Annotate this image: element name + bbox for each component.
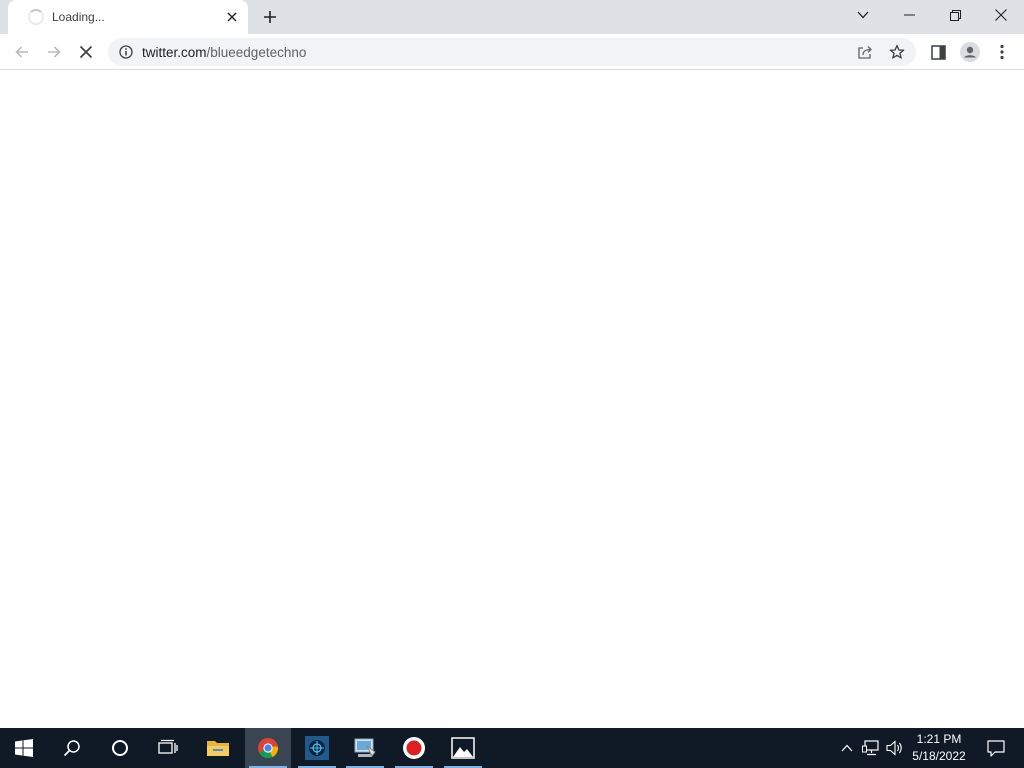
search-icon [63, 740, 80, 757]
forward-button[interactable] [40, 38, 68, 66]
clock-time: 1:21 PM [916, 732, 962, 746]
start-button[interactable] [0, 728, 48, 768]
back-button[interactable] [8, 38, 36, 66]
plus-icon [264, 11, 276, 23]
loading-spinner-icon [28, 9, 44, 25]
browser-menu-button[interactable] [988, 38, 1016, 66]
minimize-button[interactable] [886, 0, 932, 30]
close-window-button[interactable] [978, 0, 1024, 30]
tab-close-button[interactable] [222, 7, 242, 27]
task-view-icon [158, 739, 178, 754]
chrome-button[interactable] [245, 728, 291, 768]
page-content [0, 71, 1024, 728]
volume-icon [886, 740, 902, 756]
tab-strip: Loading... [0, 0, 1024, 34]
chrome-icon [258, 738, 279, 759]
clock-date: 5/18/2022 [912, 749, 966, 763]
app-button[interactable] [294, 728, 340, 768]
side-panel-button[interactable] [924, 38, 952, 66]
show-hidden-icons-button[interactable] [835, 728, 859, 768]
star-icon [889, 44, 905, 59]
chevron-up-icon [841, 744, 853, 752]
browser-toolbar: twitter.com/blueedgetechno [0, 34, 1024, 70]
restore-icon [949, 9, 961, 21]
search-button[interactable] [48, 728, 96, 768]
tab-title: Loading... [52, 10, 105, 24]
action-center-button[interactable] [976, 728, 1016, 768]
taskbar: 1:21 PM 5/18/2022 [0, 728, 1024, 768]
arrow-right-icon [48, 46, 61, 58]
browser-tab[interactable]: Loading... [8, 0, 248, 34]
profile-button[interactable] [956, 38, 984, 66]
stop-loading-icon [79, 45, 93, 59]
tab-search-icon [857, 11, 869, 19]
network-button[interactable] [859, 728, 883, 768]
close-icon [227, 12, 237, 22]
volume-button[interactable] [883, 728, 907, 768]
address-bar[interactable]: twitter.com/blueedgetechno [108, 38, 916, 66]
file-explorer-icon [207, 741, 229, 756]
cortana-icon [112, 740, 128, 756]
minimize-icon [903, 14, 915, 16]
cortana-button[interactable] [96, 728, 144, 768]
info-icon [119, 45, 133, 59]
url-text[interactable]: twitter.com/blueedgetechno [142, 45, 306, 60]
start-icon [15, 739, 33, 757]
record-icon [403, 737, 425, 759]
arrow-left-icon [15, 46, 28, 58]
photos-icon [451, 737, 475, 759]
control-panel-button[interactable] [342, 728, 388, 768]
profile-icon [960, 42, 980, 62]
kebab-menu-icon [1000, 44, 1004, 60]
url-path: /blueedgetechno [206, 45, 307, 60]
bookmark-button[interactable] [886, 42, 908, 62]
close-icon [995, 9, 1007, 21]
side-panel-icon [930, 44, 946, 60]
restore-button[interactable] [932, 0, 978, 30]
control-panel-icon [354, 738, 376, 757]
stop-loading-button[interactable] [72, 38, 100, 66]
share-button[interactable] [854, 42, 876, 62]
task-view-button[interactable] [144, 728, 192, 768]
photos-button[interactable] [440, 728, 486, 768]
file-explorer-button[interactable] [194, 728, 242, 768]
notification-icon [987, 739, 1005, 757]
recorder-button[interactable] [391, 728, 437, 768]
site-info-button[interactable] [118, 44, 134, 60]
app-icon [305, 736, 329, 760]
tab-search-button[interactable] [840, 0, 886, 30]
share-icon [858, 46, 872, 59]
url-host: twitter.com [142, 45, 207, 60]
new-tab-button[interactable] [258, 5, 282, 29]
system-clock[interactable]: 1:21 PM 5/18/2022 [906, 731, 972, 765]
network-icon [862, 740, 879, 756]
